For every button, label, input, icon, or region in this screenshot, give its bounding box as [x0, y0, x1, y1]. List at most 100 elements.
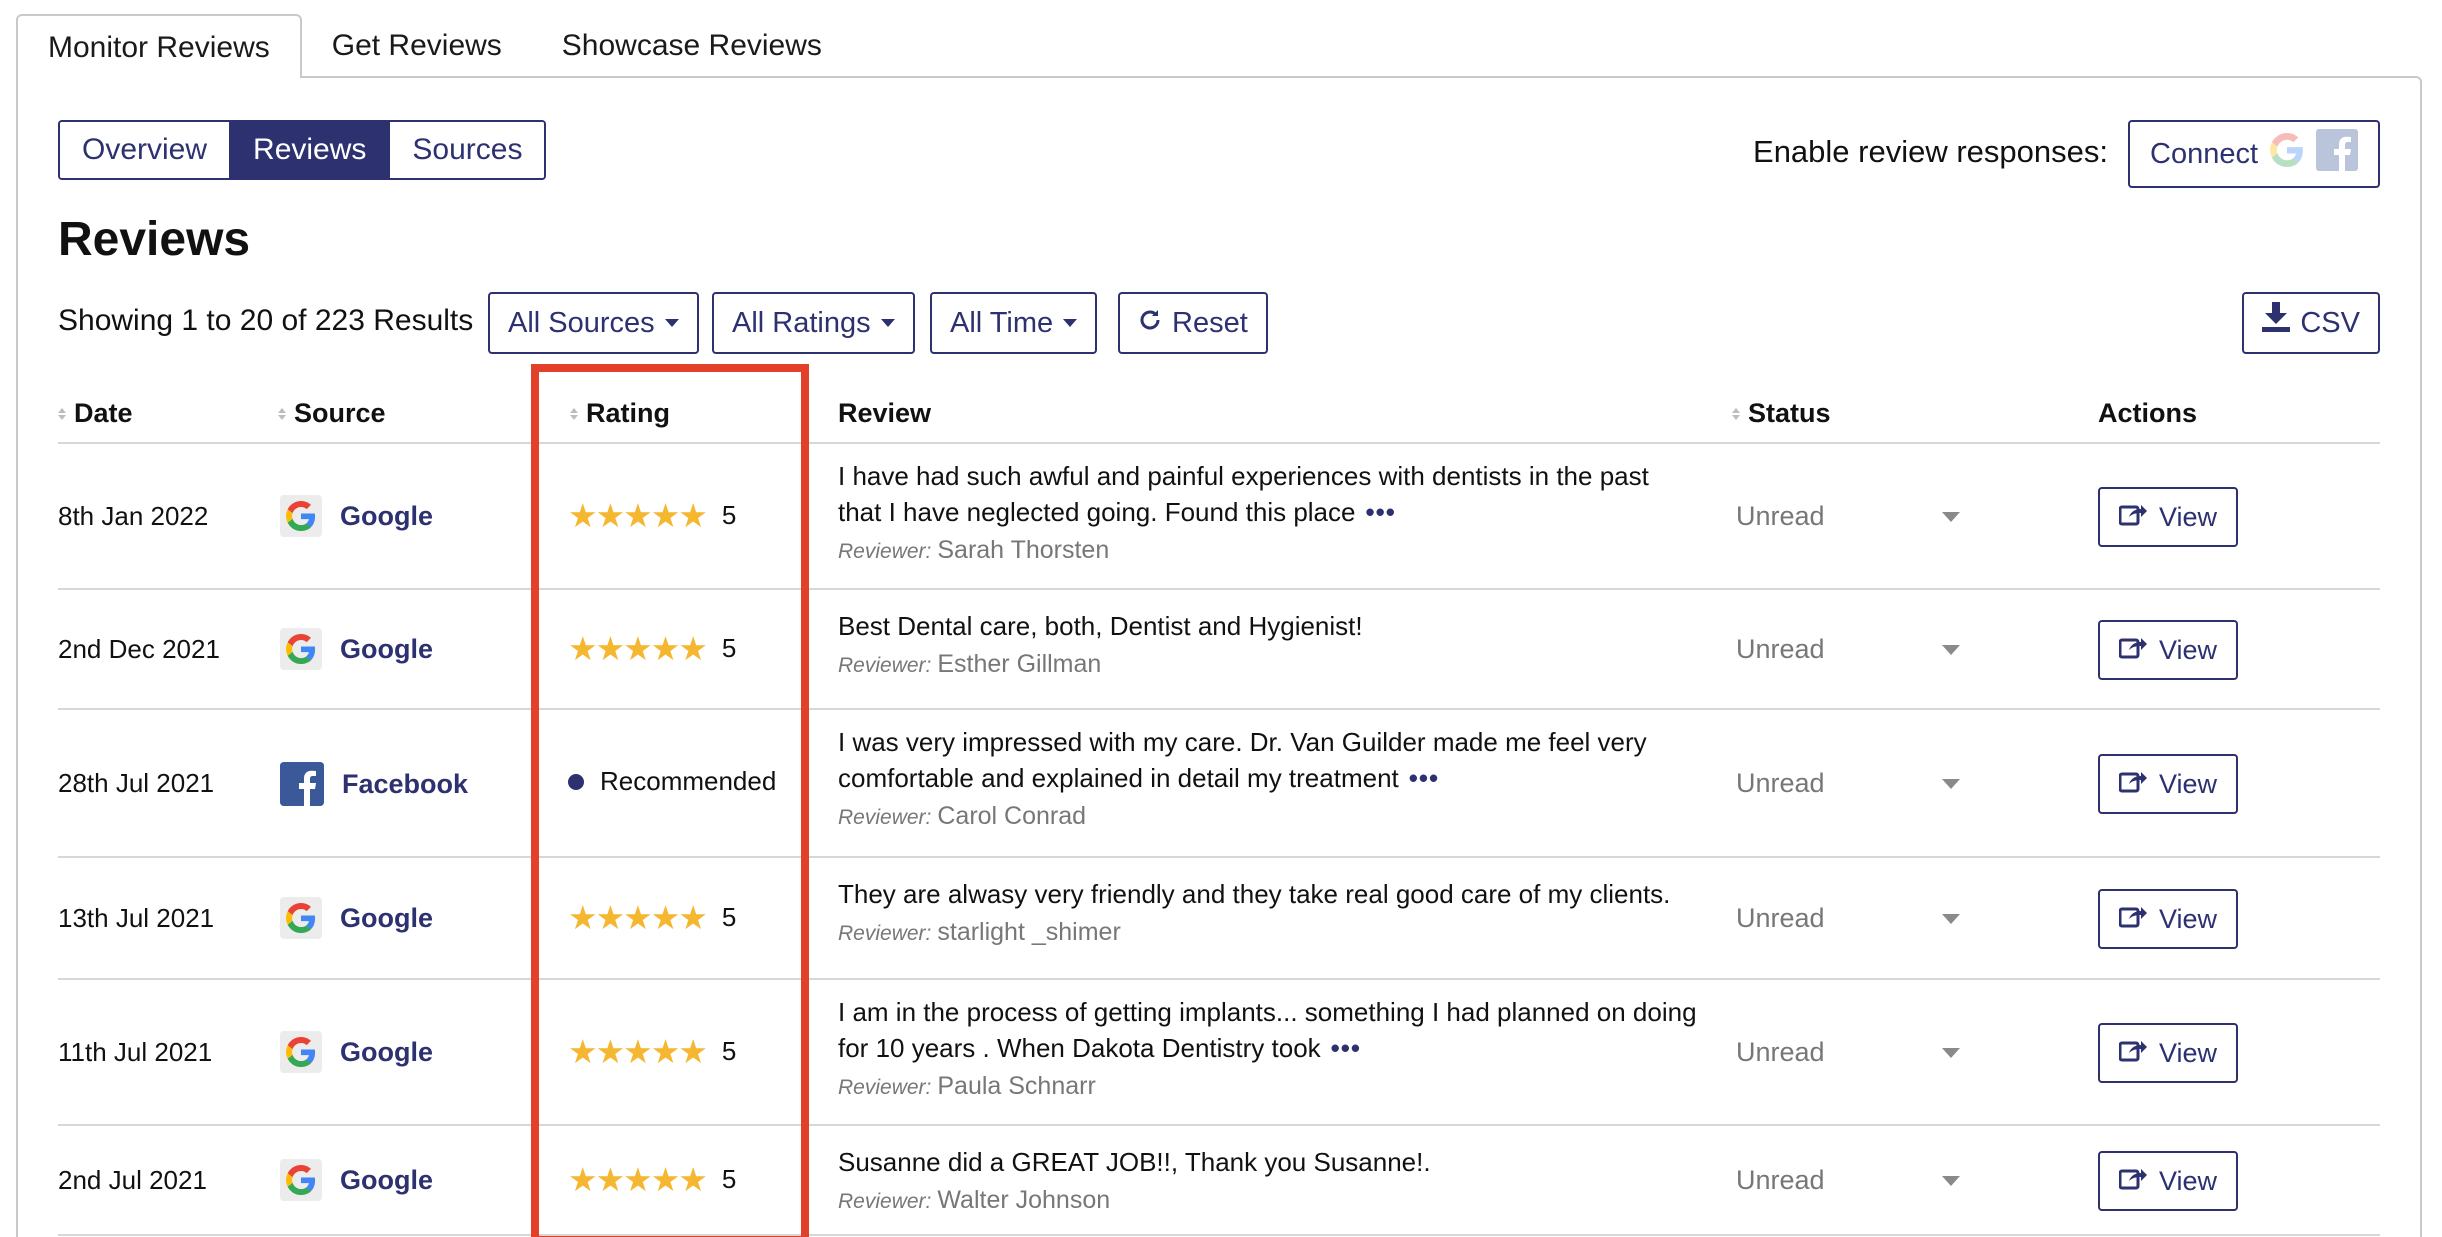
- reviewer-name: Paula Schnarr: [937, 1072, 1096, 1100]
- rating-value: 5: [721, 1036, 737, 1066]
- reviewer-name: Carol Conrad: [937, 802, 1087, 830]
- view-label: View: [2158, 501, 2218, 532]
- reviewer-label: Reviewer:: [838, 654, 932, 677]
- more-ellipsis-icon[interactable]: •••: [1365, 497, 1395, 527]
- chevron-down-icon: [1942, 644, 1960, 655]
- rating-value: 5: [721, 1164, 737, 1194]
- review-date: 13th Jul 2021: [58, 903, 215, 933]
- review-text: I have had such awful and painful experi…: [838, 458, 1738, 494]
- table-row: 2nd Dec 2021 Google ★★★★★ 5 Best Dental c…: [58, 590, 2380, 710]
- reviewer-name: Sarah Thorsten: [937, 536, 1110, 564]
- review-source[interactable]: Facebook: [280, 762, 468, 806]
- review-date: 2nd Dec 2021: [58, 634, 220, 664]
- review-source[interactable]: Google: [280, 1031, 433, 1073]
- column-label: Status: [1748, 398, 1831, 428]
- star-rating-icon: ★★★★★: [568, 497, 708, 534]
- review-rating: ★★★★★ 5: [568, 499, 736, 532]
- reset-button[interactable]: Reset: [1118, 292, 1268, 354]
- status-dropdown[interactable]: Unread: [1736, 1165, 2016, 1196]
- connect-button[interactable]: Connect: [2128, 120, 2380, 188]
- review-source[interactable]: Google: [280, 495, 433, 537]
- time-filter-dropdown[interactable]: All Time: [930, 292, 1098, 354]
- status-dropdown[interactable]: Unread: [1736, 903, 2016, 934]
- external-link-icon: [2118, 635, 2147, 666]
- column-header-status[interactable]: Status: [1732, 398, 1831, 429]
- status-dropdown[interactable]: Unread: [1736, 634, 2016, 665]
- review-content: I have had such awful and painful experi…: [838, 458, 1738, 568]
- google-icon: [2270, 133, 2304, 175]
- view-review-button[interactable]: View: [2098, 620, 2238, 680]
- source-name: Google: [340, 1036, 433, 1067]
- view-tab-sources[interactable]: Sources: [390, 122, 545, 178]
- reviewer-name: starlight _shimer: [937, 918, 1121, 946]
- chevron-down-icon: [1942, 1047, 1960, 1058]
- reviewer-label: Reviewer:: [838, 1076, 932, 1099]
- column-header-source[interactable]: Source: [278, 398, 386, 429]
- table-row: 13th Jul 2021 Google ★★★★★ 5 They are alw…: [58, 858, 2380, 980]
- column-header-date[interactable]: Date: [58, 398, 133, 429]
- table-row: 2nd Jul 2021 Google ★★★★★ 5 Susanne did a…: [58, 1126, 2380, 1236]
- reviewer-label: Reviewer:: [838, 922, 932, 945]
- sort-icon: [278, 407, 286, 420]
- status-value: Unread: [1736, 634, 1825, 664]
- column-label: Source: [294, 398, 386, 428]
- review-text: I am in the process of getting implants.…: [838, 994, 1738, 1030]
- review-date: 8th Jan 2022: [58, 501, 209, 531]
- rating-value: 5: [721, 902, 737, 932]
- view-label: View: [2158, 1037, 2218, 1068]
- recommended-dot-icon: [568, 773, 584, 790]
- review-text-continued: that I have neglected going. Found this …: [838, 494, 1738, 530]
- review-text-continued: for 10 years . When Dakota Dentistry too…: [838, 1030, 1738, 1066]
- review-line: I was very impressed with my care. Dr. V…: [838, 727, 1647, 757]
- review-source[interactable]: Google: [280, 1159, 433, 1201]
- tab-monitor-reviews[interactable]: Monitor Reviews: [16, 14, 302, 78]
- content-panel: Overview Reviews Sources Enable review r…: [16, 76, 2422, 1237]
- review-line: for 10 years . When Dakota Dentistry too…: [838, 1033, 1321, 1063]
- review-source[interactable]: Google: [280, 628, 433, 670]
- sources-filter-dropdown[interactable]: All Sources: [488, 292, 699, 354]
- time-filter-label: All Time: [950, 307, 1054, 339]
- results-count: Showing 1 to 20 of 223 Results: [58, 304, 474, 337]
- view-label: View: [2158, 1165, 2218, 1196]
- external-link-icon: [2118, 904, 2147, 935]
- sort-icon: [58, 407, 66, 420]
- review-date: 28th Jul 2021: [58, 768, 215, 798]
- review-source[interactable]: Google: [280, 897, 433, 939]
- review-line: Best Dental care, both, Dentist and Hygi…: [838, 611, 1363, 641]
- view-review-button[interactable]: View: [2098, 487, 2238, 547]
- chevron-down-icon: [880, 319, 895, 327]
- reviewer-name: Esther Gillman: [937, 650, 1102, 678]
- view-tab-reviews[interactable]: Reviews: [231, 122, 391, 178]
- source-name: Facebook: [342, 768, 469, 799]
- status-dropdown[interactable]: Unread: [1736, 501, 2016, 532]
- review-content: Best Dental care, both, Dentist and Hygi…: [838, 608, 1738, 682]
- sources-filter-label: All Sources: [508, 307, 655, 339]
- review-line: Susanne did a GREAT JOB!!, Thank you Sus…: [838, 1147, 1431, 1177]
- status-dropdown[interactable]: Unread: [1736, 768, 2016, 799]
- view-tab-overview[interactable]: Overview: [60, 122, 232, 178]
- more-ellipsis-icon[interactable]: •••: [1409, 763, 1439, 793]
- tab-showcase-reviews[interactable]: Showcase Reviews: [532, 14, 852, 78]
- connect-label: Connect: [2150, 137, 2259, 170]
- csv-label: CSV: [2300, 307, 2360, 339]
- view-review-button[interactable]: View: [2098, 1023, 2238, 1083]
- source-name: Google: [340, 1164, 433, 1195]
- review-text-continued: comfortable and explained in detail my t…: [838, 760, 1738, 796]
- view-review-button[interactable]: View: [2098, 1151, 2238, 1211]
- tab-get-reviews[interactable]: Get Reviews: [302, 14, 532, 78]
- review-date: 2nd Jul 2021: [58, 1165, 207, 1195]
- reviewer-info: Reviewer: Walter Johnson: [838, 1184, 1738, 1218]
- sort-icon: [1732, 407, 1740, 420]
- view-review-button[interactable]: View: [2098, 754, 2238, 814]
- view-review-button[interactable]: View: [2098, 889, 2238, 949]
- review-content: I am in the process of getting implants.…: [838, 994, 1738, 1104]
- status-value: Unread: [1736, 501, 1825, 531]
- status-dropdown[interactable]: Unread: [1736, 1037, 2016, 1068]
- csv-export-button[interactable]: CSV: [2242, 292, 2380, 354]
- source-name: Google: [340, 902, 433, 933]
- more-ellipsis-icon[interactable]: •••: [1331, 1033, 1361, 1063]
- ratings-filter-dropdown[interactable]: All Ratings: [712, 292, 915, 354]
- chevron-down-icon: [1063, 319, 1078, 327]
- column-header-rating[interactable]: Rating: [570, 398, 670, 429]
- facebook-icon: [280, 762, 324, 806]
